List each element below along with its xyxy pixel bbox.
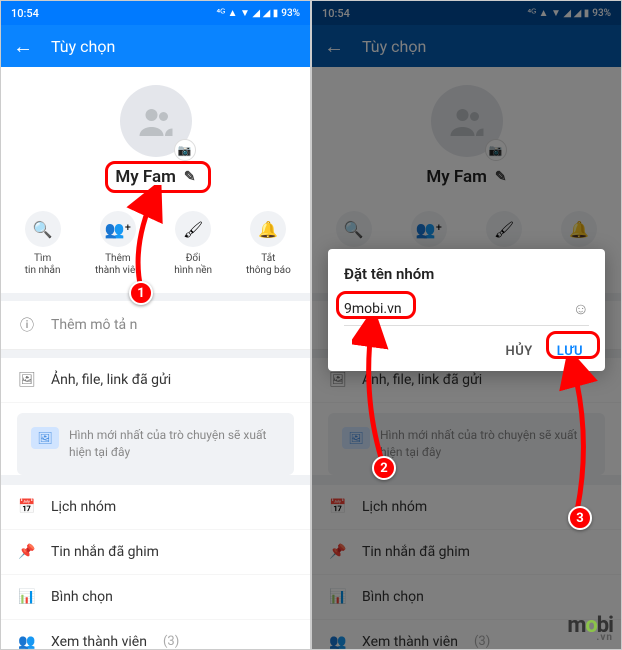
group-name-text: My Fam	[115, 167, 176, 187]
pin-icon: 📌	[17, 544, 37, 560]
calendar-icon: 📅	[17, 499, 37, 515]
rename-dialog: Đặt tên nhóm 9mobi.vn ☺ HỦY LƯU	[328, 249, 605, 371]
sticker-icon[interactable]: ☺	[573, 299, 589, 319]
item-pinned[interactable]: 📌 Tin nhắn đã ghim	[1, 530, 310, 575]
back-icon[interactable]: ←	[13, 34, 33, 59]
save-button[interactable]: LƯU	[557, 344, 583, 359]
brush-icon: 🖌	[175, 211, 211, 247]
options-section: 📅 Lịch nhóm 📌 Tin nhắn đã ghim 📊 Bình ch…	[1, 485, 310, 649]
edit-icon[interactable]: ✎	[184, 169, 196, 185]
action-search[interactable]: 🔍 Tìm tin nhắn	[5, 211, 80, 277]
phone-left: 10:54 ⁴ᴳ ▲ ▼ ◢ ◢ ▮ 93% ← Tùy chọn 📷 My F…	[1, 1, 310, 649]
group-avatar[interactable]: 📷	[120, 85, 192, 157]
add-member-icon: 👥⁺	[100, 211, 136, 247]
photo-placeholder-icon: 🖼	[31, 427, 59, 449]
bell-icon: 🔔	[250, 211, 286, 247]
group-name-input[interactable]: 9mobi.vn	[344, 301, 573, 317]
status-indicators: ⁴ᴳ ▲ ▼ ◢ ◢ ▮ 93%	[217, 8, 301, 19]
media-row[interactable]: 🖼 Ảnh, file, link đã gửi	[1, 358, 310, 403]
group-profile: 📷 My Fam ✎	[1, 67, 310, 197]
media-placeholder: 🖼 Hình mới nhất của trò chuyện sẽ xuất h…	[17, 413, 294, 475]
members-icon: 👥	[17, 634, 37, 649]
search-icon: 🔍	[25, 211, 61, 247]
dialog-input-row: 9mobi.vn ☺	[344, 299, 589, 326]
content-area: 📷 My Fam ✎ 🔍 Tìm tin nhắn 👥⁺ Thêm thành …	[1, 67, 310, 649]
action-mute[interactable]: 🔔 Tắt thông báo	[231, 211, 306, 277]
watermark: mobi .vn	[567, 613, 613, 643]
item-calendar[interactable]: 📅 Lịch nhóm	[1, 485, 310, 530]
status-time: 10:54	[11, 7, 39, 20]
camera-icon[interactable]: 📷	[174, 139, 196, 161]
phone-right: 10:54 ⁴ᴳ ▲ ▼ ◢ ◢ ▮ 93% ← Tùy chọn 📷 My F…	[312, 1, 621, 649]
people-icon	[138, 106, 174, 136]
item-poll[interactable]: 📊 Bình chọn	[1, 575, 310, 620]
actions-row: 🔍 Tìm tin nhắn 👥⁺ Thêm thành viên 🖌 Đổi …	[1, 197, 310, 293]
info-icon: ⓘ	[17, 315, 37, 335]
action-add-member[interactable]: 👥⁺ Thêm thành viên	[80, 211, 155, 277]
image-icon: 🖼	[17, 372, 37, 388]
action-background[interactable]: 🖌 Đổi hình nền	[156, 211, 231, 277]
cancel-button[interactable]: HỦY	[505, 344, 532, 359]
description-text: Thêm mô tả n	[51, 317, 137, 333]
badge-2: 2	[372, 456, 396, 480]
media-section: 🖼 Ảnh, file, link đã gửi 🖼 Hình mới nhất…	[1, 358, 310, 475]
header-title: Tùy chọn	[51, 37, 115, 56]
status-bar: 10:54 ⁴ᴳ ▲ ▼ ◢ ◢ ▮ 93%	[1, 1, 310, 25]
group-name-row[interactable]: My Fam ✎	[115, 167, 195, 187]
dialog-buttons: HỦY LƯU	[344, 340, 589, 363]
item-members[interactable]: 👥 Xem thành viên (3)	[1, 620, 310, 649]
badge-3: 3	[568, 506, 592, 530]
poll-icon: 📊	[17, 589, 37, 605]
dialog-title: Đặt tên nhóm	[344, 265, 589, 283]
app-header: ← Tùy chọn	[1, 25, 310, 67]
badge-1: 1	[129, 281, 153, 305]
description-row[interactable]: ⓘ Thêm mô tả n	[1, 301, 310, 350]
tutorial-container: 10:54 ⁴ᴳ ▲ ▼ ◢ ◢ ▮ 93% ← Tùy chọn 📷 My F…	[0, 0, 622, 650]
